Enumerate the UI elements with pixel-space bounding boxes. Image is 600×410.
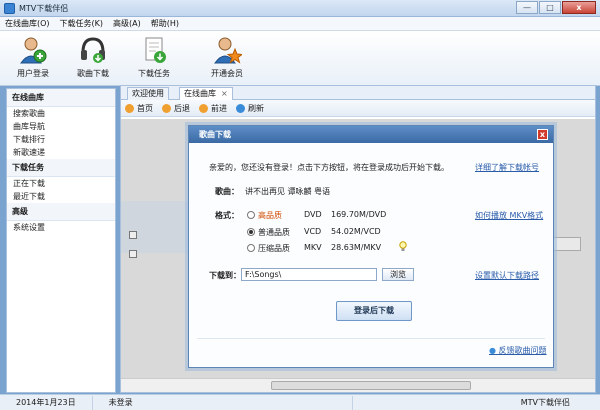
feedback-label: 反馈歌曲问题 bbox=[498, 346, 547, 355]
user-login-icon bbox=[18, 35, 48, 65]
home-label: 首页 bbox=[137, 103, 153, 113]
refresh-button[interactable]: 刷新 bbox=[236, 103, 264, 114]
user-login-label: 用户登录 bbox=[17, 69, 49, 78]
feedback-link[interactable]: ● 反馈歌曲问题 bbox=[489, 345, 547, 356]
download-path-input[interactable]: F:\Songs\ bbox=[241, 268, 377, 281]
song-value: 讲不出再见 谭咏麟 粤语 bbox=[245, 187, 331, 196]
menu-download-tasks[interactable]: 下载任务(K) bbox=[55, 17, 109, 30]
back-icon bbox=[162, 103, 171, 113]
home-icon bbox=[125, 103, 134, 113]
format-size-compressed: 28.63M/MKV bbox=[331, 243, 382, 252]
dialog-divider bbox=[197, 338, 545, 339]
menu-online-library[interactable]: 在线曲库(O) bbox=[0, 17, 55, 30]
sidebar-item-search-songs[interactable]: 搜索歌曲 bbox=[7, 107, 115, 120]
sidebar-item-settings[interactable]: 系统设置 bbox=[7, 221, 115, 234]
minimize-button[interactable]: — bbox=[516, 1, 538, 14]
menu-help[interactable]: 帮助(H) bbox=[146, 17, 184, 30]
format-type-normal: VCD bbox=[304, 227, 322, 236]
login-notice: 亲爱的，您还没有登录！点击下方按钮，将在登录成功后开始下载。 bbox=[209, 163, 449, 172]
tab-welcome-label: 欢迎使用 bbox=[132, 89, 164, 98]
sidebar-item-recent-downloads[interactable]: 最近下载 bbox=[7, 190, 115, 203]
status-login: 未登录 bbox=[93, 395, 353, 410]
login-download-button[interactable]: 登录后下载 bbox=[336, 301, 412, 321]
status-app: MTV下载伴侣 bbox=[520, 397, 570, 407]
format-name-compressed: 压缩品质 bbox=[258, 244, 290, 253]
menu-bar: 在线曲库(O) 下载任务(K) 高级(A) 帮助(H) bbox=[0, 17, 600, 31]
window-title: MTV下载伴侣 bbox=[19, 4, 69, 13]
tab-close-icon[interactable]: × bbox=[221, 89, 228, 98]
sidebar: 在线曲库 搜索歌曲 曲库导航 下载排行 新歌速递 下载任务 正在下载 最近下载 … bbox=[6, 88, 116, 393]
back-button[interactable]: 后退 bbox=[162, 103, 190, 114]
background-checkbox bbox=[129, 231, 137, 239]
background-checkbox bbox=[129, 250, 137, 258]
tab-online-library-label: 在线曲库 bbox=[184, 89, 216, 98]
download-task-label: 下载任务 bbox=[138, 69, 170, 78]
format-name-normal: 普通品质 bbox=[258, 228, 290, 237]
chat-icon: ● bbox=[489, 346, 496, 355]
status-date: 2014年1月23日 bbox=[0, 395, 93, 410]
song-download-label: 歌曲下载 bbox=[77, 69, 109, 78]
tab-online-library[interactable]: 在线曲库 × bbox=[179, 87, 233, 100]
vip-member-label: 开通会员 bbox=[211, 69, 243, 78]
tab-welcome[interactable]: 欢迎使用 bbox=[127, 87, 169, 100]
song-download-dialog: 歌曲下载 x 亲爱的，您还没有登录！点击下方按钮，将在登录成功后开始下载。 详细… bbox=[188, 125, 554, 368]
toolbar: 用户登录 歌曲下载 下载任务 开通会员 bbox=[0, 31, 600, 86]
browse-button[interactable]: 浏览 bbox=[382, 268, 414, 281]
headphones-icon bbox=[78, 35, 108, 65]
sidebar-section-online-library: 在线曲库 bbox=[7, 89, 115, 107]
vip-member-button[interactable]: 开通会员 bbox=[200, 35, 254, 79]
scrollbar-thumb[interactable] bbox=[271, 381, 471, 390]
horizontal-scrollbar[interactable] bbox=[121, 378, 595, 392]
format-option-normal[interactable]: 普通品质 bbox=[247, 227, 290, 238]
format-label: 格式： bbox=[215, 211, 239, 220]
tab-bar: 欢迎使用 在线曲库 × bbox=[121, 86, 595, 100]
forward-label: 前进 bbox=[211, 103, 227, 113]
menu-advanced[interactable]: 高级(A) bbox=[108, 17, 146, 30]
refresh-icon bbox=[236, 103, 245, 113]
song-download-button[interactable]: 歌曲下载 bbox=[66, 35, 120, 79]
format-type-high: DVD bbox=[304, 210, 322, 219]
sidebar-section-advanced: 高级 bbox=[7, 203, 115, 221]
download-to-label: 下载到： bbox=[209, 271, 241, 280]
status-bar: 2014年1月23日 未登录 MTV下载伴侣 bbox=[0, 394, 600, 410]
format-size-high: 169.70M/DVD bbox=[331, 210, 387, 219]
title-bar: MTV下载伴侣 — □ x bbox=[0, 0, 600, 17]
maximize-button[interactable]: □ bbox=[539, 1, 561, 14]
radio-compressed[interactable] bbox=[247, 244, 255, 252]
format-option-compressed[interactable]: 压缩品质 bbox=[247, 243, 290, 254]
bulb-icon bbox=[399, 241, 407, 254]
forward-icon bbox=[199, 103, 208, 113]
sidebar-section-download-tasks: 下载任务 bbox=[7, 159, 115, 177]
home-button[interactable]: 首页 bbox=[125, 103, 153, 114]
sidebar-item-new-songs[interactable]: 新歌速递 bbox=[7, 146, 115, 159]
dialog-close-button[interactable]: x bbox=[537, 129, 548, 140]
format-type-compressed: MKV bbox=[304, 243, 322, 252]
format-option-high[interactable]: 高品质 bbox=[247, 210, 282, 221]
browser-nav: 首页 后退 前进 刷新 bbox=[121, 100, 595, 117]
forward-button[interactable]: 前进 bbox=[199, 103, 227, 114]
dialog-title: 歌曲下载 bbox=[199, 130, 231, 139]
dialog-header: 歌曲下载 x bbox=[189, 126, 553, 143]
app-icon bbox=[4, 3, 15, 14]
close-button[interactable]: x bbox=[562, 1, 596, 14]
radio-high[interactable] bbox=[247, 211, 255, 219]
song-label: 歌曲： bbox=[215, 187, 239, 196]
sidebar-item-downloading[interactable]: 正在下载 bbox=[7, 177, 115, 190]
radio-normal[interactable] bbox=[247, 228, 255, 236]
default-path-link[interactable]: 设置默认下载路径 bbox=[475, 270, 539, 281]
vip-member-icon bbox=[212, 35, 244, 65]
mkv-help-link[interactable]: 如何播放 MKV格式 bbox=[475, 210, 543, 221]
download-task-button[interactable]: 下载任务 bbox=[127, 35, 181, 79]
back-label: 后退 bbox=[174, 103, 190, 113]
learn-more-link[interactable]: 详细了解下载帐号 bbox=[475, 162, 539, 173]
sidebar-item-download-ranking[interactable]: 下载排行 bbox=[7, 133, 115, 146]
user-login-button[interactable]: 用户登录 bbox=[6, 35, 60, 79]
format-name-high: 高品质 bbox=[258, 211, 282, 220]
refresh-label: 刷新 bbox=[248, 103, 264, 113]
format-size-normal: 54.02M/VCD bbox=[331, 227, 381, 236]
background-panel bbox=[121, 201, 191, 253]
sidebar-item-library-nav[interactable]: 曲库导航 bbox=[7, 120, 115, 133]
download-task-icon bbox=[139, 35, 169, 65]
